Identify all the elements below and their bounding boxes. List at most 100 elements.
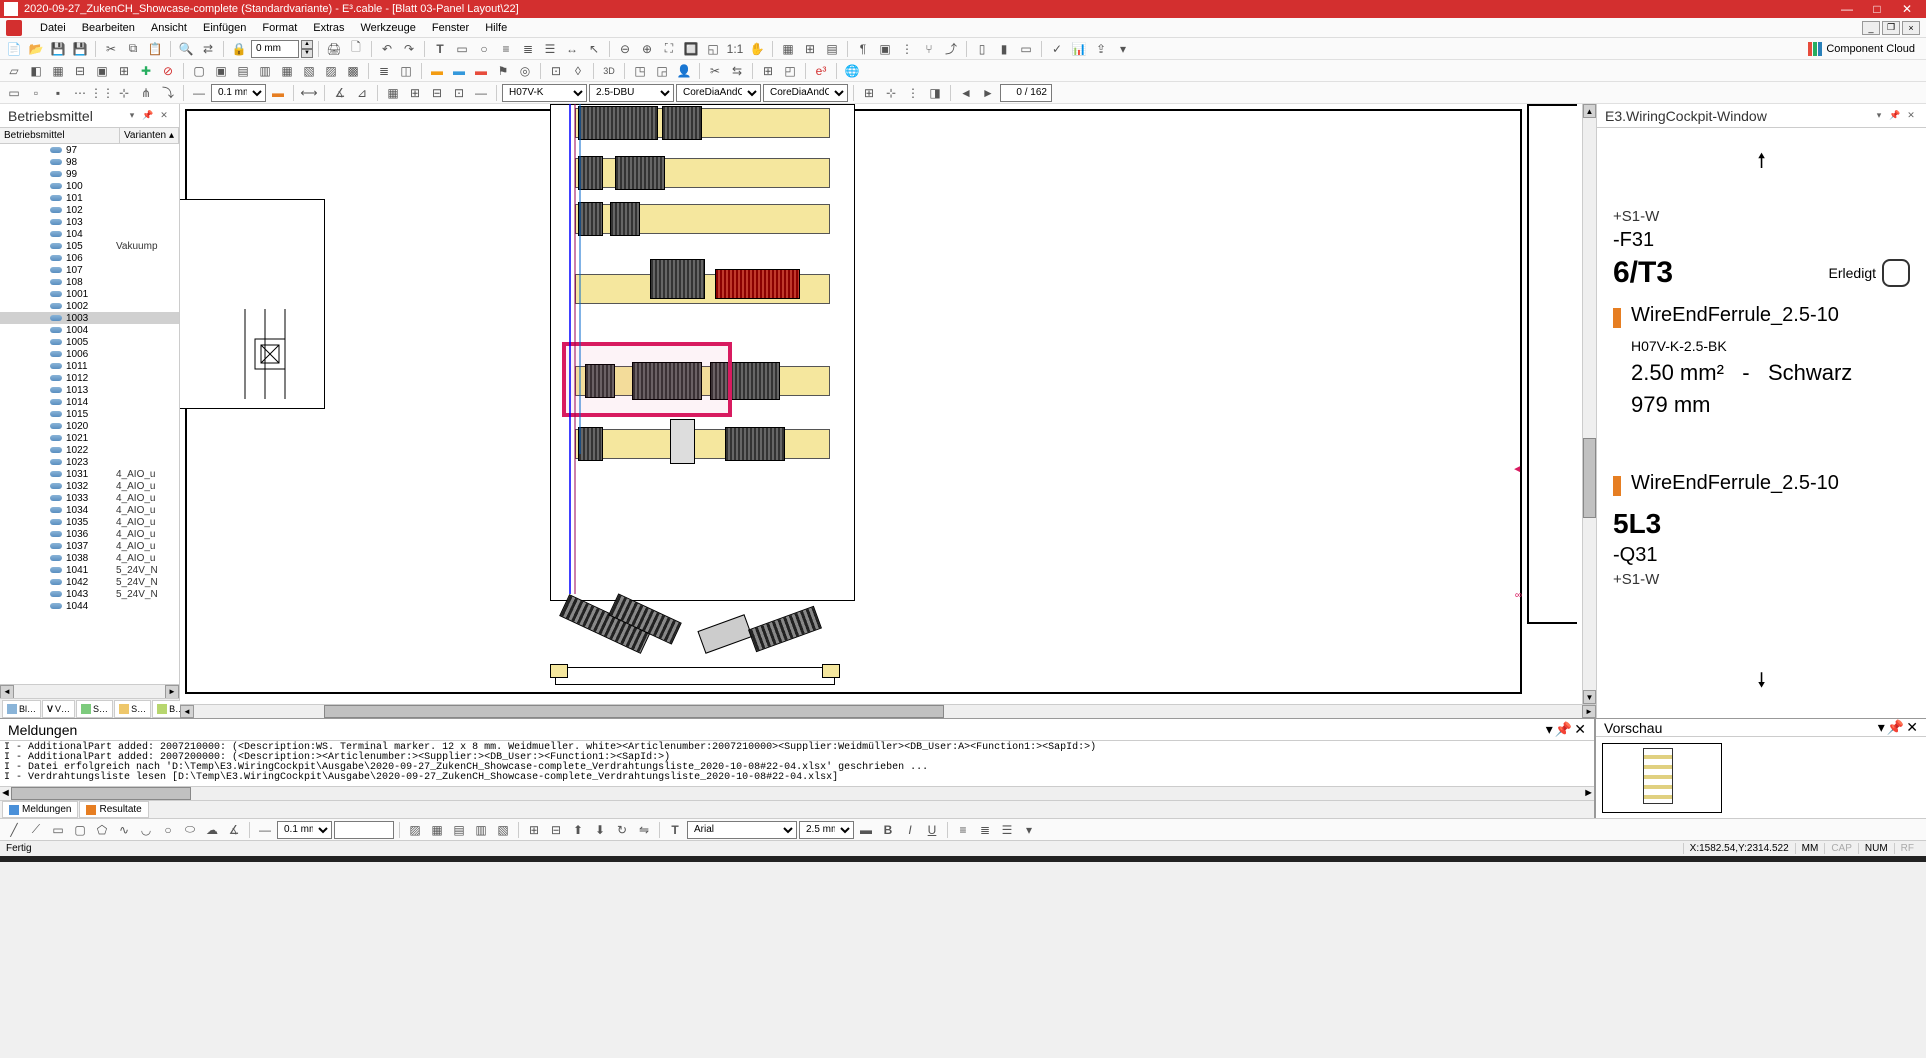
- tree-item[interactable]: 107: [0, 264, 179, 276]
- msg-hscroll-left[interactable]: ◄: [0, 787, 11, 800]
- symbol-icon[interactable]: ◧: [26, 61, 46, 81]
- messages-log[interactable]: I - AdditionalPart added: 2007210000: (<…: [0, 741, 1594, 786]
- wc-down-button[interactable]: 🠗: [1613, 662, 1910, 704]
- plus-icon[interactable]: ✚: [136, 61, 156, 81]
- fontsize-combo[interactable]: 2.5 mm: [799, 821, 854, 839]
- sel2-icon[interactable]: ▫: [26, 83, 46, 103]
- maximize-button[interactable]: □: [1862, 0, 1892, 18]
- sel6-icon[interactable]: ⊹: [114, 83, 134, 103]
- tree-item[interactable]: 106: [0, 252, 179, 264]
- menu-format[interactable]: Format: [254, 22, 305, 34]
- bus5-icon[interactable]: —: [471, 83, 491, 103]
- linecolor-icon[interactable]: ▬: [268, 83, 288, 103]
- tree-item[interactable]: 1001: [0, 288, 179, 300]
- cut-icon[interactable]: ✂: [101, 39, 121, 59]
- sheet-icon[interactable]: ◰: [780, 61, 800, 81]
- component-cloud-button[interactable]: Component Cloud: [1801, 39, 1922, 59]
- msg-dropdown-icon[interactable]: ▾: [1546, 721, 1553, 738]
- hatch5-icon[interactable]: ▧: [493, 820, 513, 840]
- canvas-vscroll[interactable]: ▲ ▼: [1582, 104, 1596, 704]
- linewidth-combo[interactable]: 0.1 mm: [211, 84, 266, 102]
- sel4-icon[interactable]: ⋯: [70, 83, 90, 103]
- wire2-icon[interactable]: ◊: [568, 61, 588, 81]
- ungroup-icon[interactable]: ⊟: [546, 820, 566, 840]
- calc-icon[interactable]: ⊞: [758, 61, 778, 81]
- wc-done-checkbox[interactable]: [1882, 259, 1910, 287]
- save-icon[interactable]: 💾: [48, 39, 68, 59]
- text2-icon[interactable]: T: [665, 820, 685, 840]
- col-varianten[interactable]: Varianten ▴: [120, 128, 179, 143]
- pv-close-icon[interactable]: ✕: [1906, 719, 1918, 736]
- saveas-icon[interactable]: 💾: [70, 39, 90, 59]
- tree-item[interactable]: 101: [0, 192, 179, 204]
- undo-icon[interactable]: ↶: [377, 39, 397, 59]
- layer-icon[interactable]: ▣: [875, 39, 895, 59]
- line-style-icon[interactable]: —: [189, 83, 209, 103]
- tree-item[interactable]: 99: [0, 168, 179, 180]
- group8-icon[interactable]: ▩: [343, 61, 363, 81]
- zoom-out-icon[interactable]: ⊖: [615, 39, 635, 59]
- group2-icon[interactable]: ▣: [211, 61, 231, 81]
- win-tile-icon[interactable]: ▮: [994, 39, 1014, 59]
- bus2-icon[interactable]: ⊞: [405, 83, 425, 103]
- draw-cloud-icon[interactable]: ☁: [202, 820, 222, 840]
- sel3-icon[interactable]: ▪: [48, 83, 68, 103]
- dropdown-icon[interactable]: ▾: [1113, 39, 1133, 59]
- wc-close-icon[interactable]: ✕: [1904, 109, 1918, 123]
- minimize-button[interactable]: —: [1832, 0, 1862, 18]
- vscroll-down-icon[interactable]: ▼: [1583, 690, 1596, 704]
- align-c-icon[interactable]: ≣: [975, 820, 995, 840]
- pv-pin-icon[interactable]: 📌: [1887, 719, 1904, 736]
- menu-bearbeiten[interactable]: Bearbeiten: [74, 22, 143, 34]
- tree-item[interactable]: 98: [0, 156, 179, 168]
- sel1-icon[interactable]: ▭: [4, 83, 24, 103]
- hscroll-thumb[interactable]: [324, 705, 944, 718]
- bus3-icon[interactable]: ⊟: [427, 83, 447, 103]
- zoom-fit-icon[interactable]: ⛶: [659, 39, 679, 59]
- tree-item[interactable]: 1021: [0, 432, 179, 444]
- linewidth2-combo[interactable]: 0.1 mm: [277, 821, 332, 839]
- menu-ansicht[interactable]: Ansicht: [143, 22, 195, 34]
- msg-close-icon[interactable]: ✕: [1574, 721, 1586, 738]
- page-counter[interactable]: [1000, 84, 1052, 102]
- wire-size-combo[interactable]: 2.5-DBU: [589, 84, 674, 102]
- print-icon[interactable]: 🖨: [324, 39, 344, 59]
- tree-item[interactable]: 1020: [0, 420, 179, 432]
- msg-hscroll-right[interactable]: ►: [1583, 787, 1594, 800]
- tree-item[interactable]: 1015: [0, 408, 179, 420]
- tree-item[interactable]: 10435_24V_N: [0, 588, 179, 600]
- scissors-icon[interactable]: ✂: [705, 61, 725, 81]
- group3-icon[interactable]: ▤: [233, 61, 253, 81]
- tree-item[interactable]: 108: [0, 276, 179, 288]
- mirror-icon[interactable]: ⇋: [634, 820, 654, 840]
- align-center-icon[interactable]: ≣: [518, 39, 538, 59]
- opt3-icon[interactable]: ⋮: [903, 83, 923, 103]
- color3-icon[interactable]: ▬: [471, 61, 491, 81]
- align-left-icon[interactable]: ≡: [496, 39, 516, 59]
- menu-hilfe[interactable]: Hilfe: [477, 22, 515, 34]
- tree-item[interactable]: 10374_AIO_u: [0, 540, 179, 552]
- wire-type-combo[interactable]: H07V-K: [502, 84, 587, 102]
- wc-up-button[interactable]: 🠕: [1613, 142, 1910, 184]
- win-cascade-icon[interactable]: ▭: [1016, 39, 1036, 59]
- mdi-restore-button[interactable]: ❐: [1882, 21, 1900, 35]
- menu-werkzeuge[interactable]: Werkzeuge: [352, 22, 423, 34]
- corediacol2-combo[interactable]: CoreDiaAndColou: [763, 84, 848, 102]
- draw-poly-icon[interactable]: ⬠: [92, 820, 112, 840]
- group1-icon[interactable]: ▢: [189, 61, 209, 81]
- draw-line-icon[interactable]: ╱: [4, 820, 24, 840]
- pointer-icon[interactable]: ↖: [584, 39, 604, 59]
- opt1-icon[interactable]: ⊞: [859, 83, 879, 103]
- font-combo[interactable]: Arial: [687, 821, 797, 839]
- panel-pin-icon[interactable]: 📌: [141, 109, 155, 123]
- tree-item[interactable]: 1004: [0, 324, 179, 336]
- menu-extras[interactable]: Extras: [305, 22, 352, 34]
- device-tree[interactable]: 979899100101102103104105Vakuump106107108…: [0, 144, 179, 684]
- group5-icon[interactable]: ▦: [277, 61, 297, 81]
- lock-icon[interactable]: 🔒: [229, 39, 249, 59]
- group4-icon[interactable]: ▥: [255, 61, 275, 81]
- linestyle2-icon[interactable]: —: [255, 820, 275, 840]
- cable-icon[interactable]: ⊞: [114, 61, 134, 81]
- marker-icon[interactable]: ◎: [515, 61, 535, 81]
- tree-item[interactable]: 10364_AIO_u: [0, 528, 179, 540]
